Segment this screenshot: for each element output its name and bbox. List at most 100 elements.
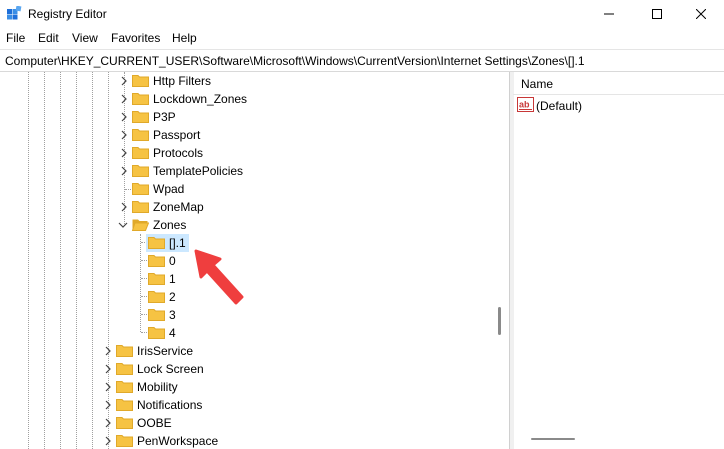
column-header-label: Name	[521, 77, 554, 91]
scrollbar-thumb[interactable]	[498, 307, 501, 335]
folder-icon	[132, 111, 149, 123]
svg-text:ab: ab	[519, 100, 530, 110]
folder-icon	[132, 201, 149, 213]
menu-view[interactable]: View	[72, 31, 98, 45]
tree-item-passport[interactable]: Passport	[0, 126, 480, 144]
minimize-button[interactable]	[586, 0, 632, 28]
folder-icon	[116, 435, 133, 447]
folder-icon	[116, 417, 133, 429]
tree-item-zones[interactable]: Zones	[0, 216, 480, 234]
folder-icon	[148, 255, 165, 267]
tree-item-zonemap[interactable]: ZoneMap	[0, 198, 480, 216]
tree-item-label: Protocols	[153, 146, 204, 160]
folder-icon	[116, 363, 133, 375]
folder-icon	[116, 381, 133, 393]
annotation-arrow-icon	[194, 249, 244, 305]
tree-vertical-scrollbar[interactable]	[491, 72, 509, 449]
tree-item-zone-4[interactable]: 4	[0, 324, 480, 342]
chevron-right-icon[interactable]	[102, 399, 114, 411]
tree-item-p3p[interactable]: P3P	[0, 108, 480, 126]
menu-help[interactable]: Help	[172, 31, 197, 45]
minimize-icon	[604, 13, 614, 15]
tree-item-label: Zones	[153, 218, 187, 232]
chevron-right-icon[interactable]	[102, 381, 114, 393]
folder-icon	[116, 345, 133, 357]
chevron-down-icon[interactable]	[117, 219, 129, 231]
tree-item-label: 1	[169, 272, 176, 286]
tree-item-label: 0	[169, 254, 176, 268]
chevron-right-icon[interactable]	[102, 363, 114, 375]
tree-item-oobe[interactable]: OOBE	[0, 414, 480, 432]
maximize-icon	[652, 9, 662, 19]
folder-icon	[148, 237, 165, 249]
chevron-right-icon[interactable]	[102, 345, 114, 357]
values-pane[interactable]: Name ab (Default)	[513, 72, 724, 449]
close-button[interactable]	[678, 0, 724, 28]
tree-item-label: Lockdown_Zones	[153, 92, 248, 106]
folder-icon	[132, 93, 149, 105]
folder-icon	[148, 291, 165, 303]
folder-icon	[148, 327, 165, 339]
values-horizontal-scrollbar[interactable]	[531, 438, 575, 440]
tree-item-label: 3	[169, 308, 176, 322]
tree-item-label: Http Filters	[153, 74, 212, 88]
tree-item-http-filters[interactable]: Http Filters	[0, 72, 480, 90]
folder-icon	[132, 165, 149, 177]
tree-item-label: ZoneMap	[153, 200, 204, 214]
key-tree-pane[interactable]: Http Filters Lockdown_Zones P3P Passport…	[0, 72, 509, 449]
registry-editor-app-icon	[7, 6, 22, 20]
tree-item-iris-service[interactable]: IrisService	[0, 342, 480, 360]
tree-item-label: Lock Screen	[137, 362, 204, 376]
chevron-right-icon[interactable]	[118, 129, 130, 141]
menu-bar: File Edit View Favorites Help	[0, 28, 724, 48]
tree-item-mobility[interactable]: Mobility	[0, 378, 480, 396]
tree-item-label: 2	[169, 290, 176, 304]
folder-icon	[148, 273, 165, 285]
tree-item-label: [].1	[169, 236, 186, 250]
address-path: Computer\HKEY_CURRENT_USER\Software\Micr…	[5, 54, 585, 68]
chevron-right-icon[interactable]	[118, 93, 130, 105]
tree-item-label: IrisService	[137, 344, 194, 358]
address-bar[interactable]: Computer\HKEY_CURRENT_USER\Software\Micr…	[0, 49, 724, 72]
column-header-name[interactable]: Name	[513, 72, 724, 95]
tree-item-label: Notifications	[137, 398, 203, 412]
value-name: (Default)	[536, 99, 583, 113]
chevron-right-icon[interactable]	[102, 435, 114, 447]
folder-icon	[116, 399, 133, 411]
tree-item-lockdown-zones[interactable]: Lockdown_Zones	[0, 90, 480, 108]
tree-item-label: 4	[169, 326, 176, 340]
tree-item-label: Mobility	[137, 380, 178, 394]
tree-item-label: PenWorkspace	[137, 434, 219, 448]
tree-item-pen-workspace[interactable]: PenWorkspace	[0, 432, 480, 449]
tree-item-notifications[interactable]: Notifications	[0, 396, 480, 414]
folder-icon	[148, 309, 165, 321]
chevron-right-icon[interactable]	[118, 165, 130, 177]
maximize-button[interactable]	[634, 0, 680, 28]
folder-open-icon	[132, 219, 149, 231]
close-icon	[696, 9, 706, 19]
window-title: Registry Editor	[28, 7, 107, 21]
chevron-right-icon[interactable]	[118, 147, 130, 159]
chevron-right-icon[interactable]	[102, 417, 114, 429]
folder-icon	[132, 147, 149, 159]
tree-item-protocols[interactable]: Protocols	[0, 144, 480, 162]
chevron-right-icon[interactable]	[118, 201, 130, 213]
menu-favorites[interactable]: Favorites	[111, 31, 160, 45]
chevron-right-icon[interactable]	[118, 75, 130, 87]
folder-icon	[132, 75, 149, 87]
menu-file[interactable]: File	[6, 31, 25, 45]
reg-sz-icon: ab	[517, 97, 534, 112]
chevron-right-icon[interactable]	[118, 111, 130, 123]
tree-item-label: P3P	[153, 110, 176, 124]
folder-icon	[132, 183, 149, 195]
tree-item-label: TemplatePolicies	[153, 164, 244, 178]
tree-item-lock-screen[interactable]: Lock Screen	[0, 360, 480, 378]
title-bar: Registry Editor	[0, 0, 724, 28]
folder-icon	[132, 129, 149, 141]
tree-item-template-policies[interactable]: TemplatePolicies	[0, 162, 480, 180]
menu-edit[interactable]: Edit	[38, 31, 59, 45]
tree-item-label: OOBE	[137, 416, 172, 430]
tree-item-label: Passport	[153, 128, 201, 142]
tree-item-wpad[interactable]: Wpad	[0, 180, 480, 198]
tree-item-label: Wpad	[153, 182, 185, 196]
